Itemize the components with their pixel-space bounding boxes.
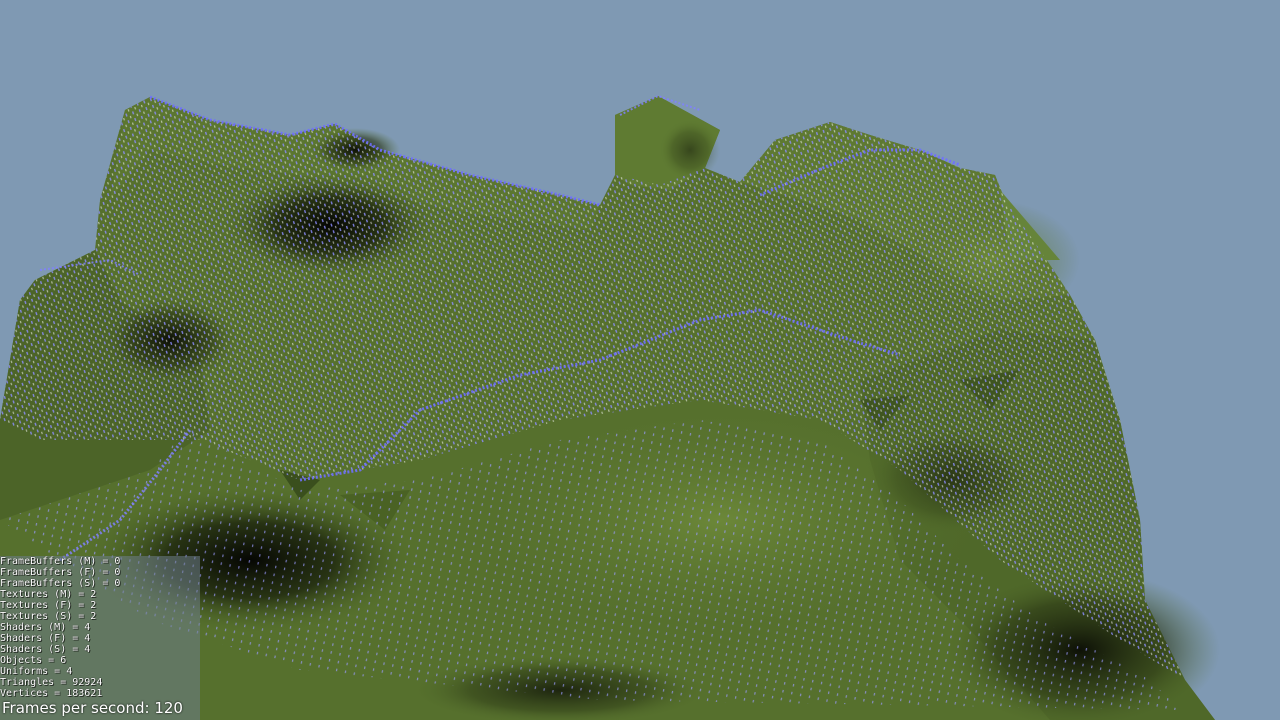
stats-line: Shaders (F) = 4 bbox=[0, 633, 91, 644]
stats-line: FrameBuffers (F) = 0 bbox=[0, 567, 121, 578]
stats-line: Vertices = 183621 bbox=[0, 688, 103, 699]
stats-line: Objects = 6 bbox=[0, 655, 67, 666]
stats-line: FrameBuffers (M) = 0 bbox=[0, 556, 121, 567]
render-stats-list: FrameBuffers (M) = 0 FrameBuffers (F) = 0… bbox=[0, 556, 120, 699]
stats-line: Uniforms = 4 bbox=[0, 666, 73, 677]
fps-counter: Frames per second: 120 bbox=[2, 699, 183, 717]
stats-line: Textures (F) = 2 bbox=[0, 600, 97, 611]
stats-line: Shaders (M) = 4 bbox=[0, 622, 91, 633]
stats-line: Triangles = 92924 bbox=[0, 677, 103, 688]
stats-line: FrameBuffers (S) = 0 bbox=[0, 578, 121, 589]
stats-line: Textures (M) = 2 bbox=[0, 589, 97, 600]
stats-line: Textures (S) = 2 bbox=[0, 611, 97, 622]
3d-viewport[interactable]: FrameBuffers (M) = 0 FrameBuffers (F) = 0… bbox=[0, 0, 1280, 720]
stats-line: Shaders (S) = 4 bbox=[0, 644, 91, 655]
